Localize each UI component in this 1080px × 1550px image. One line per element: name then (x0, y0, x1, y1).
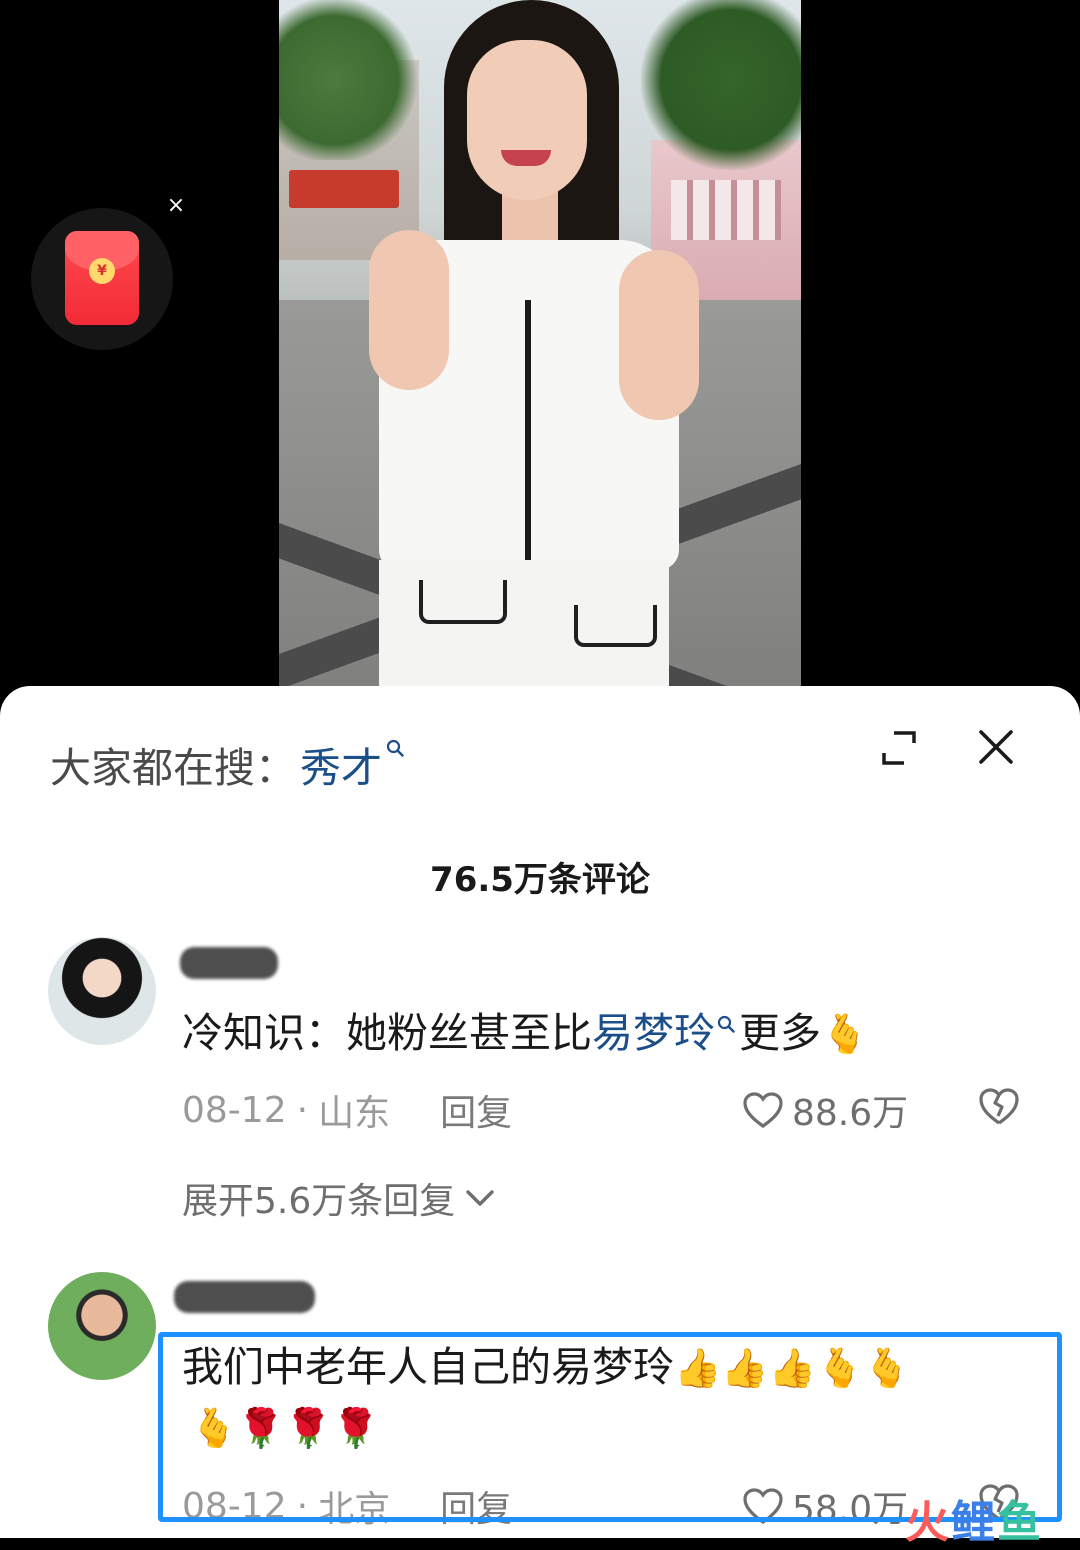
finger-heart-emoji: 🫰 (821, 1012, 869, 1056)
username-blurred[interactable] (180, 947, 278, 979)
like-count: 88.6万 (792, 1093, 909, 1134)
comment-date: 08-12 (182, 1485, 287, 1527)
reply-button[interactable]: 回复 (440, 1084, 512, 1136)
search-icon (386, 739, 404, 757)
expand-replies-label: 展开5.6万条回复 (182, 1181, 456, 1222)
meta-separator: · (296, 1485, 309, 1527)
rose-emoji-group: 🫰🌹🌹🌹 (190, 1406, 380, 1450)
comment-sheet (0, 686, 1080, 1538)
video-frame[interactable] (279, 0, 801, 700)
person-pocket (574, 605, 657, 647)
comment-count-title: 76.5万条评论 (430, 860, 650, 900)
expand-replies-button[interactable]: 展开5.6万条回复 (182, 1172, 495, 1224)
comment-location: 北京 (318, 1489, 391, 1530)
meta-separator: · (296, 1089, 309, 1131)
video-person (319, 0, 739, 700)
comment-text: 冷知识：她粉丝甚至比易梦玲 更多🫰 (182, 1004, 868, 1063)
heart-icon (743, 1488, 783, 1524)
comment-search-link[interactable]: 易梦玲 (592, 1009, 715, 1057)
like-count: 58.0万 (792, 1489, 909, 1530)
redpacket-close-icon[interactable]: × (165, 195, 187, 217)
person-hand (369, 230, 449, 390)
comment-meta: 08-12 · 北京 回复 (182, 1480, 512, 1532)
thumbs-up-emoji-group: 👍👍👍🫰🫰 (674, 1346, 911, 1390)
video-player[interactable] (0, 0, 1080, 700)
close-icon[interactable] (976, 727, 1016, 767)
comment-date: 08-12 (182, 1089, 287, 1131)
heart-icon (743, 1092, 783, 1128)
chevron-down-icon (466, 1190, 494, 1206)
broken-heart-icon[interactable] (978, 1086, 1020, 1126)
person-face (467, 40, 587, 200)
comment-text-suffix: 更多 (739, 1009, 821, 1057)
reply-button[interactable]: 回复 (440, 1480, 512, 1532)
trending-search-term[interactable]: 秀才 (300, 734, 382, 794)
trending-search-label: 大家都在搜： (50, 744, 296, 792)
watermark-logo: 火鲤鱼 (905, 1486, 1043, 1550)
redpacket-coin-icon: ¥ (89, 258, 115, 284)
search-icon (717, 1015, 735, 1033)
person-hand (619, 250, 699, 420)
username-blurred[interactable] (174, 1281, 315, 1313)
redpacket-icon[interactable]: ¥ (65, 231, 139, 325)
comment-text-line1: 我们中老年人自己的易梦玲 (182, 1343, 674, 1391)
comment-text-emoji-line: 🫰🌹🌹🌹 (190, 1398, 379, 1457)
avatar[interactable] (48, 1272, 156, 1380)
comment-location: 山东 (318, 1093, 391, 1134)
watermark-char: 鲤 (951, 1497, 997, 1548)
person-pocket (419, 580, 507, 624)
watermark-char: 鱼 (997, 1497, 1043, 1548)
like-button[interactable]: 58.0万 (742, 1480, 908, 1532)
avatar[interactable] (48, 937, 156, 1045)
redpacket-widget[interactable]: ¥ (31, 208, 173, 350)
comment-meta: 08-12 · 山东 回复 (182, 1084, 512, 1136)
like-button[interactable]: 88.6万 (742, 1084, 908, 1136)
fullscreen-expand-icon[interactable] (880, 729, 918, 767)
watermark-char: 火 (905, 1497, 951, 1548)
comment-text-prefix: 冷知识：她粉丝甚至比 (182, 1009, 592, 1057)
comment-text: 我们中老年人自己的易梦玲👍👍👍🫰🫰 (182, 1338, 911, 1397)
trending-search-bar[interactable]: 大家都在搜： 秀才 (50, 734, 404, 794)
